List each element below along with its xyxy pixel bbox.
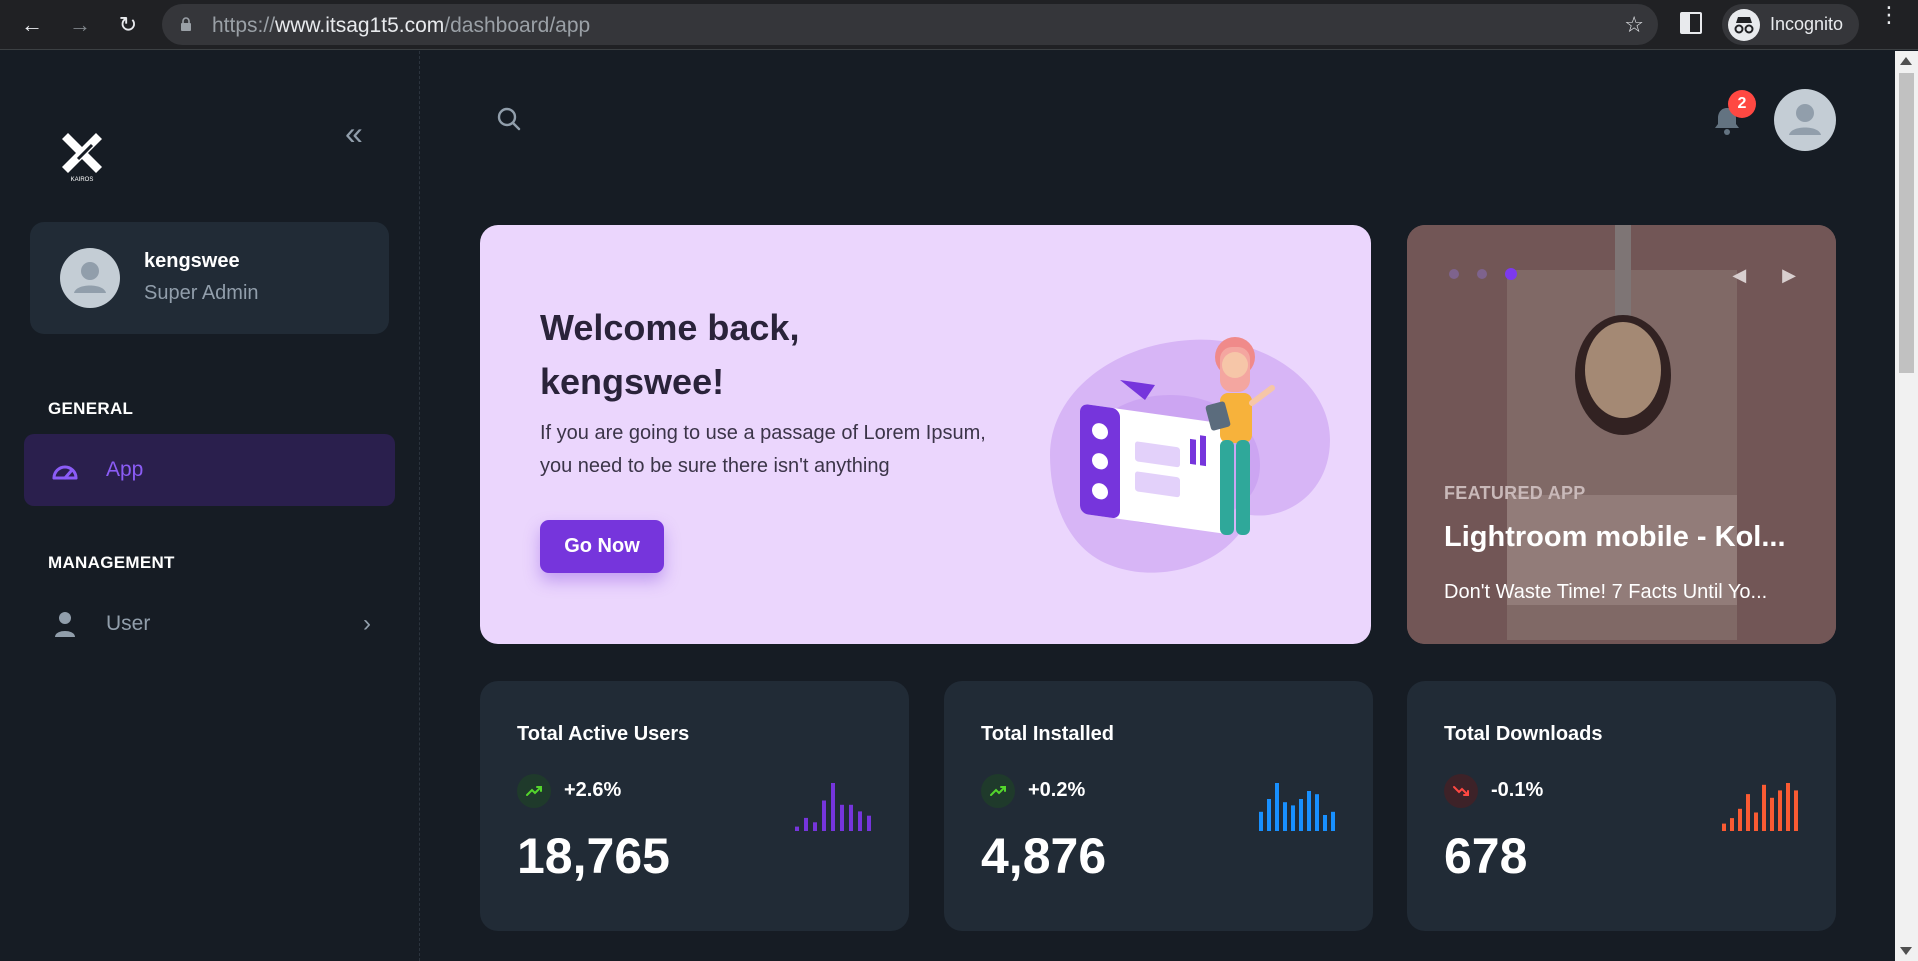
sparkline-bar <box>1299 799 1303 831</box>
sparkline-chart <box>1259 783 1335 831</box>
collapse-sidebar-icon[interactable]: « <box>345 117 373 149</box>
sidebar-item-user[interactable]: User › <box>24 588 395 660</box>
go-now-button[interactable]: Go Now <box>540 520 664 573</box>
sidebar-item-label: User <box>106 612 151 635</box>
sparkline-bar <box>1331 811 1335 831</box>
sparkline-bar <box>1746 794 1750 831</box>
stat-value: 4,876 <box>981 828 1107 884</box>
address-bar[interactable]: https://www.itsag1t5.com/dashboard/app ☆ <box>162 4 1658 45</box>
carousel-prev-icon[interactable]: ◀ <box>1732 265 1746 286</box>
sparkline-bar <box>1722 823 1726 831</box>
stat-percent: +2.6% <box>564 779 622 801</box>
avatar <box>60 248 120 308</box>
account-role: Super Admin <box>144 282 259 304</box>
sparkline-bar <box>1762 784 1766 831</box>
trending-down-icon <box>1444 774 1478 808</box>
account-card[interactable]: kengswee Super Admin <box>30 222 389 334</box>
scroll-down-icon[interactable] <box>1900 947 1912 955</box>
stat-percent: -0.1% <box>1491 779 1544 801</box>
trending-up-icon <box>517 774 551 808</box>
sparkline-chart <box>1722 783 1798 831</box>
notification-badge: 2 <box>1728 90 1756 118</box>
stat-title: Total Installed <box>981 723 1114 745</box>
sparkline-bar <box>1283 802 1287 831</box>
section-title-management: MANAGEMENT <box>48 553 175 572</box>
sparkline-bar <box>840 804 844 831</box>
chevron-right-icon: › <box>363 610 371 637</box>
incognito-indicator[interactable]: Incognito <box>1722 4 1860 45</box>
browser-menu-icon[interactable]: ⋮ <box>1878 4 1900 26</box>
carousel-dot[interactable] <box>1477 269 1487 279</box>
kairos-logo[interactable]: KAIROS <box>58 129 106 183</box>
stat-card-installed: Total Installed +0.2% 4,876 <box>944 681 1373 931</box>
sparkline-bar <box>822 800 826 831</box>
stat-title: Total Downloads <box>1444 723 1603 745</box>
account-avatar-button[interactable] <box>1774 89 1836 151</box>
featured-app-title[interactable]: Lightroom mobile - Kol... <box>1444 521 1804 554</box>
sidebar: KAIROS « kengswee Super Admin GENERAL Ap… <box>0 51 420 961</box>
sparkline-bar <box>867 815 871 831</box>
welcome-title: Welcome back, kengswee! <box>540 307 800 402</box>
sparkline-bar <box>1267 799 1271 831</box>
reload-icon[interactable]: ↻ <box>112 9 144 41</box>
trending-up-icon <box>981 774 1015 808</box>
incognito-label: Incognito <box>1770 14 1844 34</box>
sparkline-bar <box>1315 794 1319 831</box>
search-icon[interactable] <box>494 104 524 134</box>
bookmark-star-icon[interactable]: ☆ <box>1624 12 1644 38</box>
incognito-icon <box>1728 8 1760 41</box>
sparkline-bar <box>858 811 862 831</box>
sparkline-bar <box>1275 783 1279 831</box>
sparkline-bar <box>1259 811 1263 831</box>
stat-value: 678 <box>1444 828 1528 884</box>
scrollbar-thumb[interactable] <box>1899 73 1914 373</box>
welcome-illustration <box>1050 337 1330 573</box>
stat-title: Total Active Users <box>517 723 690 745</box>
user-icon <box>55 612 75 637</box>
scroll-up-icon[interactable] <box>1900 57 1912 65</box>
featured-app-description: Don't Waste Time! 7 Facts Until Yo... <box>1444 581 1768 603</box>
sparkline-bar <box>1778 790 1782 831</box>
sparkline-bar <box>1323 815 1327 831</box>
carousel-dots[interactable] <box>1449 268 1517 280</box>
lock-icon <box>181 17 191 31</box>
sparkline-bar <box>804 817 808 831</box>
back-icon[interactable]: ← <box>16 9 48 41</box>
sparkline-bar <box>831 783 835 831</box>
sparkline-bar <box>1786 783 1790 831</box>
sparkline-chart <box>795 783 871 831</box>
sidebar-item-app[interactable]: App <box>24 434 395 506</box>
page-scrollbar[interactable] <box>1895 51 1918 961</box>
carousel-next-icon[interactable]: ▶ <box>1782 265 1796 286</box>
forward-icon[interactable]: → <box>64 9 96 41</box>
section-title-general: GENERAL <box>48 399 134 418</box>
url-text: https://www.itsag1t5.com/dashboard/app <box>212 14 591 37</box>
sparkline-bar <box>813 822 817 831</box>
account-name: kengswee <box>144 250 240 272</box>
stat-card-downloads: Total Downloads -0.1% 678 <box>1407 681 1836 931</box>
featured-app-tag: FEATURED APP <box>1444 483 1586 503</box>
sparkline-bar <box>1291 805 1295 831</box>
dashboard-icon <box>52 465 78 480</box>
stat-value: 18,765 <box>517 828 670 884</box>
browser-toolbar: ← → ↻ https://www.itsag1t5.com/dashboard… <box>0 0 1918 50</box>
sparkline-bar <box>849 804 853 831</box>
featured-app-carousel[interactable]: ◀ ▶ FEATURED APP Lightroom mobile - Kol..… <box>1407 225 1836 644</box>
stat-card-active-users: Total Active Users +2.6% 18,765 <box>480 681 909 931</box>
carousel-dot-active[interactable] <box>1505 268 1517 280</box>
sparkline-bar <box>1307 791 1311 831</box>
sparkline-bar <box>1794 790 1798 831</box>
sidebar-item-label: App <box>106 458 144 481</box>
sparkline-bar <box>1730 818 1734 831</box>
side-panel-icon[interactable] <box>1680 12 1702 34</box>
sparkline-bar <box>1770 797 1774 831</box>
sparkline-bar <box>1738 808 1742 831</box>
welcome-text: If you are going to use a passage of Lor… <box>540 422 986 477</box>
sparkline-bar <box>795 826 799 831</box>
svg-text:KAIROS: KAIROS <box>71 177 94 183</box>
welcome-card: Welcome back, kengswee! If you are going… <box>480 225 1371 644</box>
sparkline-bar <box>1754 812 1758 831</box>
carousel-dot[interactable] <box>1449 269 1459 279</box>
stat-percent: +0.2% <box>1028 779 1086 801</box>
